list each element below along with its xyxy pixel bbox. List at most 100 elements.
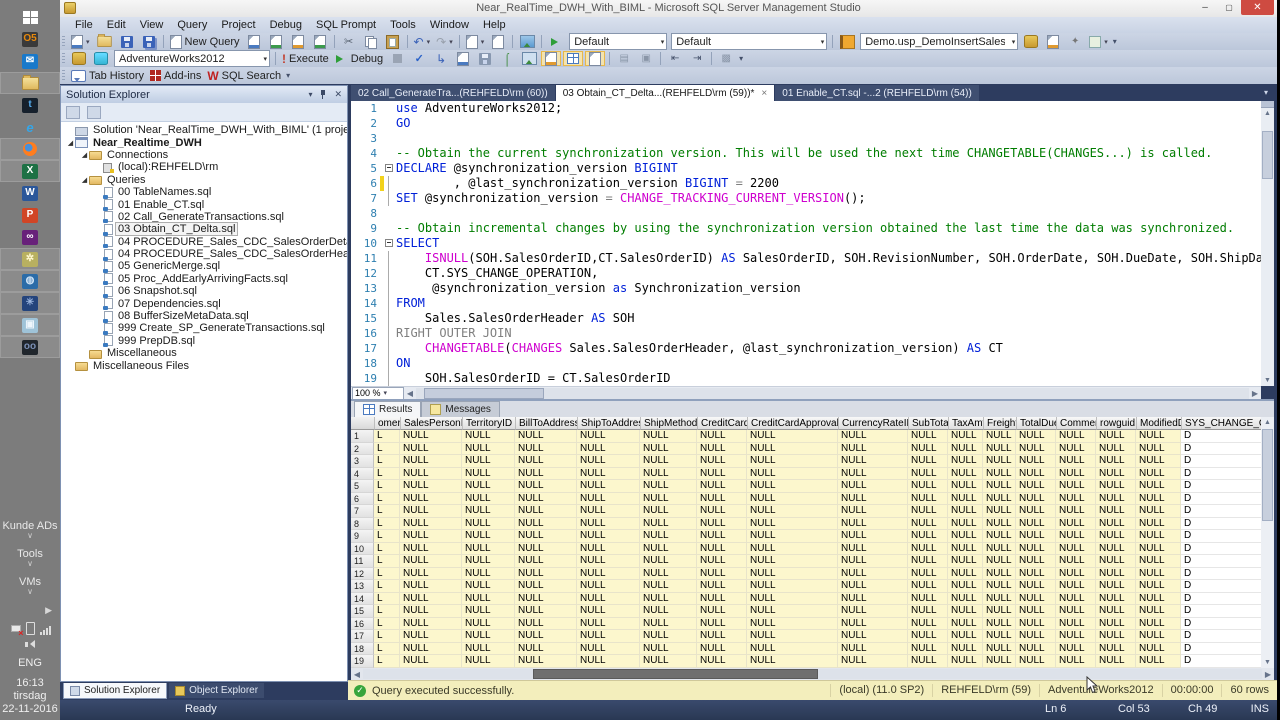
taskbar-clock[interactable]: 16:13 tirsdag 22-11-2016 [2,677,57,716]
grid-cell[interactable]: NULL [747,442,838,455]
grid-cell[interactable]: NULL [400,442,462,455]
grid-cell[interactable]: NULL [515,517,577,530]
close-tab-icon[interactable]: × [761,88,767,99]
grid-cell[interactable]: L [374,430,400,443]
default-combo-1[interactable]: Default ▾ [569,33,668,50]
database-engine-query-button[interactable] [244,34,264,49]
grid-cell[interactable]: NULL [462,580,515,593]
grid-cell[interactable]: NULL [983,505,1016,518]
grid-cell[interactable]: NULL [948,517,983,530]
volume-icon[interactable] [25,640,35,648]
column-header[interactable]: BillToAddressID [516,417,578,430]
grid-cell[interactable]: NULL [462,655,515,668]
grid-cell[interactable]: NULL [1136,442,1181,455]
tree-item[interactable]: 04 PROCEDURE_Sales_CDC_SalesOrderHeader.… [61,248,347,261]
expander-icon[interactable]: ◢ [80,151,89,159]
grid-cell[interactable]: NULL [1136,605,1181,618]
grid-cell[interactable]: NULL [908,480,948,493]
grid-cell[interactable]: NULL [1136,530,1181,543]
grid-cell[interactable]: NULL [948,580,983,593]
grid-cell[interactable]: D [1181,630,1261,643]
grid-cell[interactable]: NULL [697,455,747,468]
grid-cell[interactable]: NULL [747,480,838,493]
grid-cell[interactable]: NULL [462,642,515,655]
grid-cell[interactable]: NULL [400,480,462,493]
sql-search-button[interactable]: W SQL Search [205,68,283,83]
grid-cell[interactable]: NULL [983,517,1016,530]
grid-cell[interactable]: NULL [747,555,838,568]
grid-cell[interactable]: L [374,542,400,555]
column-header[interactable]: CurrencyRateID [839,417,909,430]
row-header[interactable]: 2 [351,442,374,455]
grid-cell[interactable]: NULL [515,480,577,493]
grid-cell[interactable]: NULL [747,655,838,668]
grid-cell[interactable]: NULL [948,492,983,505]
grid-cell[interactable]: NULL [747,467,838,480]
expander-icon[interactable]: ◢ [66,139,75,147]
xmla-query-button[interactable] [310,34,330,49]
grid-cell[interactable]: NULL [640,467,697,480]
grid-cell[interactable]: NULL [515,505,577,518]
grid-cell[interactable]: D [1181,492,1261,505]
tree-item[interactable]: 05 GenericMerge.sql [61,260,347,273]
grid-cell[interactable]: L [374,555,400,568]
row-header[interactable]: 7 [351,505,374,518]
grid-cell[interactable]: NULL [462,567,515,580]
grid-cell[interactable]: NULL [640,542,697,555]
grid-cell[interactable]: NULL [640,567,697,580]
grid-cell[interactable]: NULL [948,592,983,605]
grid-cell[interactable]: NULL [697,442,747,455]
grid-cell[interactable]: NULL [747,492,838,505]
grid-cell[interactable]: NULL [1136,580,1181,593]
increase-indent-button[interactable]: ⇥ [687,51,707,66]
grid-cell[interactable]: NULL [400,530,462,543]
grid-cell[interactable]: NULL [577,505,640,518]
grid-cell[interactable]: L [374,480,400,493]
scroll-thumb[interactable] [533,669,818,679]
grid-cell[interactable]: NULL [462,467,515,480]
grid-cell[interactable]: NULL [1136,617,1181,630]
grid-cell[interactable]: NULL [983,655,1016,668]
grid-cell[interactable]: NULL [948,642,983,655]
grid-cell[interactable]: NULL [577,592,640,605]
grid-cell[interactable]: NULL [1136,542,1181,555]
grid-cell[interactable]: NULL [983,605,1016,618]
grid-cell[interactable]: NULL [462,605,515,618]
sqlprompt-tool-button-2[interactable] [1043,34,1063,49]
grid-cell[interactable]: NULL [983,442,1016,455]
grid-cell[interactable]: NULL [515,642,577,655]
grid-cell[interactable]: NULL [515,430,577,443]
grid-cell[interactable]: L [374,455,400,468]
grid-cell[interactable]: NULL [1056,517,1096,530]
grid-cell[interactable]: NULL [1016,430,1056,443]
grid-cell[interactable]: NULL [948,430,983,443]
grid-cell[interactable]: NULL [747,592,838,605]
grid-cell[interactable]: NULL [1136,505,1181,518]
grid-cell[interactable]: L [374,492,400,505]
scroll-up-icon[interactable]: ▲ [1261,108,1274,119]
grid-cell[interactable]: NULL [1016,555,1056,568]
grid-cell[interactable]: NULL [908,580,948,593]
row-header[interactable]: 11 [351,555,374,568]
query-options-button[interactable] [453,51,473,66]
row-header[interactable]: 19 [351,655,374,668]
debug-button[interactable]: Debug [333,51,385,66]
sqlprompt-tool-button-4[interactable]: ▾ [1087,34,1110,49]
grid-cell[interactable]: NULL [908,530,948,543]
grid-cell[interactable]: D [1181,467,1261,480]
grid-cell[interactable]: NULL [1136,480,1181,493]
action-center-flag-icon[interactable] [10,624,24,638]
grid-cell[interactable]: NULL [515,605,577,618]
grid-cell[interactable]: NULL [908,592,948,605]
grid-cell[interactable]: L [374,467,400,480]
grid-cell[interactable]: NULL [1096,592,1136,605]
tree-item[interactable]: ◢ Queries [61,174,347,186]
grid-cell[interactable]: NULL [948,617,983,630]
grid-cell[interactable]: NULL [1016,505,1056,518]
grid-cell[interactable]: NULL [1056,467,1096,480]
grid-cell[interactable]: NULL [577,655,640,668]
grid-cell[interactable]: NULL [1096,480,1136,493]
grid-cell[interactable]: NULL [577,580,640,593]
grid-cell[interactable]: NULL [948,455,983,468]
grid-cell[interactable]: NULL [983,492,1016,505]
